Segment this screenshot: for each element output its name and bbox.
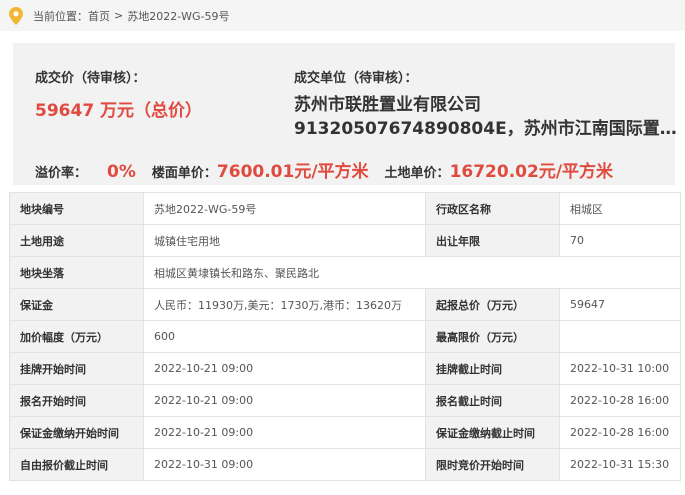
field-value: 2022-10-28 16:00 [559, 384, 681, 417]
field-label: 报名截止时间 [425, 384, 560, 417]
land-price-value: 16720.02元/平方米 [449, 162, 614, 182]
field-label: 挂牌截止时间 [425, 352, 560, 385]
field-value: 2022-10-21 09:00 [143, 384, 426, 417]
table-row: 自由报价截止时间 2022-10-31 09:00 限时竞价开始时间 2022-… [9, 448, 681, 481]
field-label: 起报总价（万元） [425, 288, 560, 321]
field-value: 70 [559, 224, 681, 257]
field-value: 2022-10-21 09:00 [143, 416, 426, 449]
land-info-table: 地块编号 苏地2022-WG-59号 行政区名称 相城区 土地用途 城镇住宅用地… [9, 192, 681, 481]
field-label: 土地用途 [9, 224, 144, 257]
field-value: 2022-10-31 10:00 [559, 352, 681, 385]
deal-price-value: 59647 万元（总价） [35, 101, 203, 121]
price-metrics: 溢价率： 0% 楼面单价： 7600.01元/平方米 土地单价： 16720.0… [35, 157, 613, 182]
field-value: 600 [143, 320, 426, 353]
table-row: 保证金缴纳开始时间 2022-10-21 09:00 保证金缴纳截止时间 202… [9, 416, 681, 449]
field-label: 报名开始时间 [9, 384, 144, 417]
field-label: 地块坐落 [9, 256, 144, 289]
field-value: 59647 [559, 288, 681, 321]
table-row: 报名开始时间 2022-10-21 09:00 报名截止时间 2022-10-2… [9, 384, 681, 417]
deal-price-label: 成交价（待审核）： [35, 71, 146, 86]
breadcrumb-current: 苏地2022-WG-59号 [127, 9, 230, 23]
field-label: 地块编号 [9, 192, 144, 225]
table-row: 保证金 人民币：11930万,美元：1730万,港币：13620万 起报总价（万… [9, 288, 681, 321]
breadcrumb-home-link[interactable]: 首页 [88, 8, 110, 24]
field-value: 相城区 [559, 192, 681, 225]
field-value: 城镇住宅用地 [143, 224, 426, 257]
premium-rate-label: 溢价率： [35, 166, 88, 181]
deal-summary-panel: 成交价（待审核）： 59647 万元（总价） 成交单位（待审核）： 苏州市联胜置… [13, 43, 677, 185]
winner-name: 苏州市联胜置业有限公司 [294, 95, 481, 115]
breadcrumb-separator: > [114, 9, 124, 22]
field-value [559, 320, 681, 353]
field-label: 加价幅度（万元） [9, 320, 144, 353]
table-row: 挂牌开始时间 2022-10-21 09:00 挂牌截止时间 2022-10-3… [9, 352, 681, 385]
table-row: 地块编号 苏地2022-WG-59号 行政区名称 相城区 [9, 192, 681, 225]
field-value: 2022-10-21 09:00 [143, 352, 426, 385]
field-label: 行政区名称 [425, 192, 560, 225]
field-value: 苏地2022-WG-59号 [143, 192, 426, 225]
winner-detail: 91320507674890804E，苏州市江南国际置… [294, 119, 677, 139]
premium-rate-value: 0% [107, 162, 136, 182]
winner-label: 成交单位（待审核）： [294, 71, 418, 86]
breadcrumb-prefix: 当前位置： [33, 9, 88, 23]
floor-price-value: 7600.01元/平方米 [216, 162, 369, 182]
breadcrumb: 当前位置： 首页 > 苏地2022-WG-59号 [0, 0, 685, 31]
field-label: 最高限价（万元） [425, 320, 560, 353]
winner-company: 苏州市联胜置业有限公司 91320507674890804E，苏州市江南国际置… [294, 93, 677, 141]
field-value: 相城区黄埭镇长和路东、聚民路北 [143, 256, 681, 289]
field-label: 保证金缴纳截止时间 [425, 416, 560, 449]
location-pin-icon [9, 6, 23, 25]
field-label: 出让年限 [425, 224, 560, 257]
field-label: 自由报价截止时间 [9, 448, 144, 481]
floor-price-label: 楼面单价： [151, 166, 217, 181]
table-row: 加价幅度（万元） 600 最高限价（万元） [9, 320, 681, 353]
field-value: 2022-10-31 09:00 [143, 448, 426, 481]
field-value: 人民币：11930万,美元：1730万,港币：13620万 [143, 288, 426, 321]
field-value: 2022-10-31 15:30 [559, 448, 681, 481]
table-row: 地块坐落 相城区黄埭镇长和路东、聚民路北 [9, 256, 681, 289]
field-label: 挂牌开始时间 [9, 352, 144, 385]
field-label: 限时竞价开始时间 [425, 448, 560, 481]
field-label: 保证金缴纳开始时间 [9, 416, 144, 449]
land-price-label: 土地单价： [384, 166, 450, 181]
field-value: 2022-10-28 16:00 [559, 416, 681, 449]
field-label: 保证金 [9, 288, 144, 321]
table-row: 土地用途 城镇住宅用地 出让年限 70 [9, 224, 681, 257]
